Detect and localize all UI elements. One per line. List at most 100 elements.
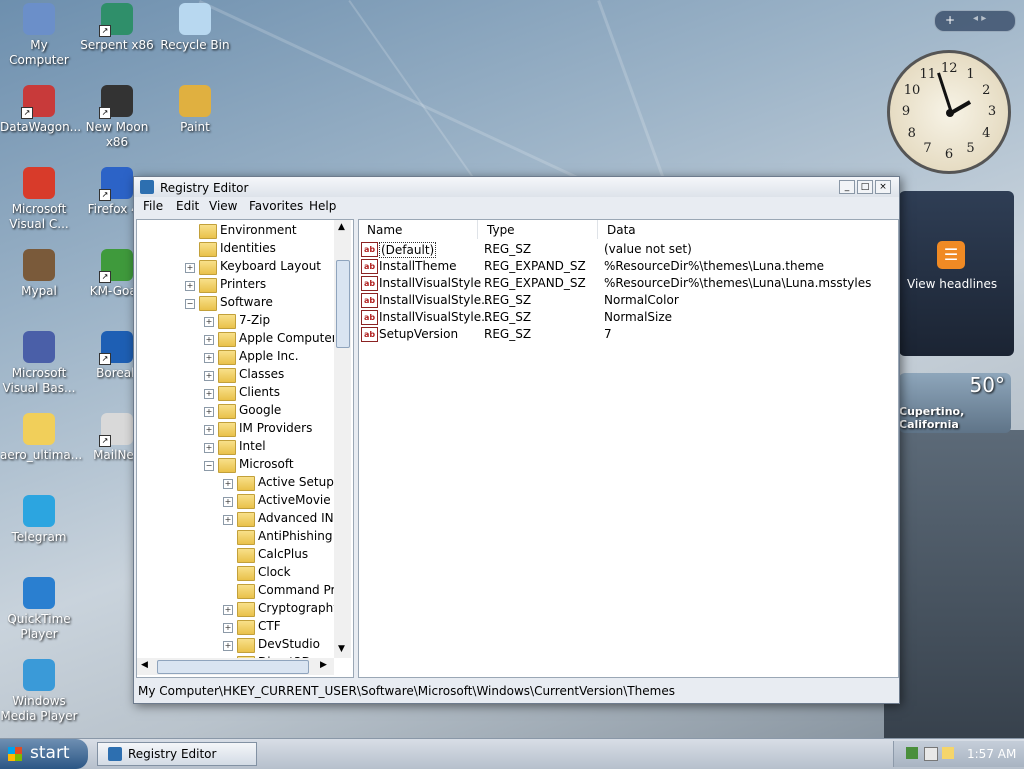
tree-expander[interactable]: + bbox=[223, 497, 233, 507]
registry-value-row[interactable]: ab InstallVisualStyle... REG_SZ NormalSize bbox=[359, 309, 898, 326]
start-button[interactable]: start bbox=[0, 739, 88, 769]
scroll-right-arrow[interactable]: ▶ bbox=[320, 660, 327, 670]
tree-node[interactable]: + Cryptography bbox=[137, 600, 340, 618]
registry-value-row[interactable]: ab InstallVisualStyle... REG_SZ NormalColor bbox=[359, 292, 898, 309]
tree-node[interactable]: + IM Providers bbox=[137, 420, 334, 438]
tray-clock[interactable]: 1:57 AM bbox=[967, 747, 1016, 761]
desktop-icon[interactable]: Microsoft Visual Bas... bbox=[0, 331, 78, 396]
tree-expander[interactable]: + bbox=[204, 389, 214, 399]
network-icon[interactable] bbox=[906, 747, 918, 759]
menu-help[interactable]: Help bbox=[309, 199, 336, 213]
title-bar[interactable]: Registry Editor _ □ × bbox=[134, 177, 899, 197]
tree-expander[interactable]: + bbox=[204, 407, 214, 417]
desktop-icon[interactable]: Microsoft Visual C... bbox=[0, 167, 78, 232]
tree-node[interactable]: + Classes bbox=[137, 366, 334, 384]
minimize-button[interactable]: _ bbox=[839, 180, 855, 194]
tree-expander[interactable]: + bbox=[223, 515, 233, 525]
sidebar-gadget-controls[interactable]: + ◂ ▸ bbox=[934, 10, 1016, 32]
taskbar-item-registry-editor[interactable]: Registry Editor bbox=[97, 742, 257, 766]
tree-expander[interactable]: + bbox=[185, 281, 195, 291]
tree-expander[interactable]: + bbox=[185, 263, 195, 273]
tree-node[interactable]: + Printers bbox=[137, 276, 334, 294]
tree-expander[interactable]: + bbox=[223, 641, 233, 651]
gadget-nav-arrows[interactable]: ◂ ▸ bbox=[973, 13, 986, 24]
tree-expander[interactable]: + bbox=[223, 605, 233, 615]
registry-value-row[interactable]: ab InstallTheme REG_EXPAND_SZ %ResourceDir%… bbox=[359, 258, 898, 275]
tree-node[interactable]: − Microsoft bbox=[137, 456, 334, 474]
feed-label[interactable]: View headlines bbox=[907, 277, 997, 291]
menu-edit[interactable]: Edit bbox=[176, 199, 199, 213]
tree-expander[interactable]: + bbox=[204, 317, 214, 327]
value-data: %ResourceDir%\themes\Luna\Luna.msstyles bbox=[604, 276, 872, 290]
scroll-up-arrow[interactable]: ▲ bbox=[338, 222, 345, 232]
desktop-icon[interactable]: QuickTime Player bbox=[0, 577, 78, 642]
menu-file[interactable]: File bbox=[143, 199, 163, 213]
tree-node[interactable]: + DevStudio bbox=[137, 636, 334, 654]
tree-node-label: IM Providers bbox=[239, 421, 313, 435]
tree-node[interactable]: AntiPhishing bbox=[137, 528, 334, 546]
desktop-icon[interactable]: My Computer bbox=[0, 3, 78, 68]
desktop-icon[interactable]: aero_ultima... bbox=[0, 413, 82, 463]
tree-expander[interactable]: − bbox=[185, 299, 195, 309]
column-header-type[interactable]: Type bbox=[479, 220, 598, 239]
weather-gadget[interactable]: 50° Cupertino, California bbox=[899, 373, 1011, 433]
scroll-thumb[interactable] bbox=[336, 260, 350, 348]
tree-expander[interactable]: + bbox=[204, 335, 214, 345]
registry-value-row[interactable]: ab InstallVisualStyle REG_EXPAND_SZ %Resour… bbox=[359, 275, 898, 292]
tree-node[interactable]: + Apple Computer, I bbox=[137, 330, 348, 348]
maximize-button[interactable]: □ bbox=[857, 180, 873, 194]
values-list[interactable]: Name Type Data ab (Default) REG_SZ (value n… bbox=[358, 219, 899, 678]
tree-node[interactable]: + Advanced INF bbox=[137, 510, 341, 528]
tree-node[interactable]: + Clients bbox=[137, 384, 334, 402]
desktop-icon[interactable]: ↗ New Moon x86 bbox=[78, 85, 156, 150]
tree-node[interactable]: Environment bbox=[137, 222, 334, 240]
tree-vertical-scrollbar[interactable]: ▲ ▼ bbox=[334, 220, 351, 658]
tree-expander[interactable]: + bbox=[204, 371, 214, 381]
tree-node[interactable]: Identities bbox=[137, 240, 334, 258]
tree-expander[interactable]: + bbox=[223, 479, 233, 489]
tree-node[interactable]: + Google bbox=[137, 402, 334, 420]
tree-node[interactable]: + Keyboard Layout bbox=[137, 258, 334, 276]
menu-view[interactable]: View bbox=[209, 199, 237, 213]
tree-node[interactable]: + Active Setup bbox=[137, 474, 334, 492]
tree-expander[interactable]: + bbox=[204, 443, 214, 453]
tree-node[interactable]: − Software bbox=[137, 294, 334, 312]
tree-expander[interactable]: + bbox=[204, 425, 214, 435]
tree-node[interactable]: +7-Zip bbox=[137, 312, 334, 330]
desktop-icon[interactable]: ↗ Serpent x86 bbox=[78, 3, 156, 53]
tree-node[interactable]: CalcPlus bbox=[137, 546, 334, 564]
registry-value-row[interactable]: ab SetupVersion REG_SZ 7 bbox=[359, 326, 898, 343]
tree-expander[interactable]: − bbox=[204, 461, 214, 471]
tree-node[interactable]: Clock bbox=[137, 564, 334, 582]
hscroll-thumb[interactable] bbox=[157, 660, 309, 674]
tree-node-label: Command Prc bbox=[258, 583, 342, 597]
tree-expander[interactable]: + bbox=[223, 623, 233, 633]
registry-tree[interactable]: +Direct3D+DevStudio+CTF+CryptographyComm… bbox=[136, 219, 354, 678]
scroll-down-arrow[interactable]: ▼ bbox=[338, 644, 345, 654]
clock-gadget[interactable]: 12 1 2 3 4 5 6 7 8 9 10 11 bbox=[887, 50, 1011, 174]
close-button[interactable]: × bbox=[875, 180, 891, 194]
registry-value-row[interactable]: ab (Default) REG_SZ (value not set) bbox=[359, 241, 898, 258]
scroll-left-arrow[interactable]: ◀ bbox=[141, 660, 148, 670]
volume-icon[interactable] bbox=[924, 747, 938, 761]
tree-node[interactable]: + Intel bbox=[137, 438, 334, 456]
add-gadget-button[interactable]: + bbox=[945, 13, 955, 27]
notification-icon[interactable] bbox=[942, 747, 954, 759]
feed-headlines-gadget[interactable]: ☰ View headlines bbox=[899, 191, 1014, 356]
menu-favorites[interactable]: Favorites bbox=[249, 199, 303, 213]
tree-node[interactable]: Command Prc bbox=[137, 582, 342, 600]
desktop-icon[interactable]: ↗ DataWagon... bbox=[0, 85, 81, 135]
desktop-icon[interactable]: Recycle Bin bbox=[156, 3, 234, 53]
tree-node[interactable]: + Apple Inc. bbox=[137, 348, 334, 366]
desktop-icon-image: ↗ bbox=[99, 413, 133, 447]
desktop-icon[interactable]: Telegram bbox=[0, 495, 78, 545]
column-header-data[interactable]: Data bbox=[599, 220, 897, 239]
desktop-icon[interactable]: Paint bbox=[156, 85, 234, 135]
column-header-name[interactable]: Name bbox=[359, 220, 478, 239]
desktop-icon[interactable]: Windows Media Player bbox=[0, 659, 78, 724]
tree-node[interactable]: + ActiveMovie bbox=[137, 492, 334, 510]
desktop-icon[interactable]: Mypal bbox=[0, 249, 78, 299]
tree-node[interactable]: + CTF bbox=[137, 618, 334, 636]
tree-expander[interactable]: + bbox=[204, 353, 214, 363]
tree-horizontal-scrollbar[interactable]: ◀ ▶ bbox=[137, 658, 334, 675]
